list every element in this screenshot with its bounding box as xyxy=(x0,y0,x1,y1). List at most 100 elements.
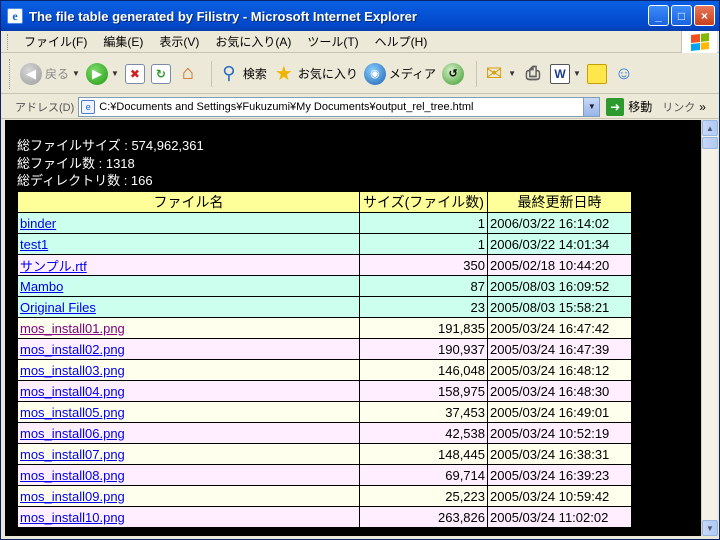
maximize-button[interactable]: □ xyxy=(671,5,692,26)
stop-button[interactable]: ✖ xyxy=(124,63,145,84)
file-link[interactable]: mos_install04.png xyxy=(20,384,125,399)
table-row: mos_install07.png 148,445 2005/03/24 16:38… xyxy=(17,443,632,465)
file-link[interactable]: mos_install07.png xyxy=(20,447,125,462)
word-edit-icon: W xyxy=(549,63,570,84)
size-cell: 146,048 xyxy=(359,359,488,381)
size-cell: 148,445 xyxy=(359,443,488,465)
total-dirs-text: 総ディレクトリ数 : 166 xyxy=(17,173,153,188)
menu-view[interactable]: 表示(V) xyxy=(151,33,207,50)
standard-toolbar: ◀ 戻る ▼ ▶ ▼ ✖ ↻ ⌂ ⚲ 検索 ★ お気に入り ◉ メディア ↺ ✉… xyxy=(1,54,719,94)
date-cell: 2005/03/24 10:59:42 xyxy=(487,485,632,507)
mail-dropdown-icon[interactable]: ▼ xyxy=(508,69,516,78)
mail-button[interactable]: ✉ ▼ xyxy=(483,63,516,85)
search-button[interactable]: ⚲ 検索 xyxy=(218,63,267,85)
table-row: test1 1 2006/03/22 14:01:34 xyxy=(17,233,632,255)
address-dropdown-icon[interactable]: ▼ xyxy=(583,97,600,116)
file-link[interactable]: mos_install08.png xyxy=(20,468,125,483)
ie-page-icon: e xyxy=(7,8,23,24)
refresh-button[interactable]: ↻ xyxy=(150,63,171,84)
chevron-right-icon[interactable]: » xyxy=(699,100,706,114)
date-cell: 2005/03/24 16:38:31 xyxy=(487,443,632,465)
menu-file[interactable]: ファイル(F) xyxy=(16,33,95,50)
menu-bar: ファイル(F) 編集(E) 表示(V) お気に入り(A) ツール(T) ヘルプ(… xyxy=(1,31,719,53)
close-button[interactable]: × xyxy=(694,5,715,26)
date-cell: 2005/03/24 10:52:19 xyxy=(487,422,632,444)
file-link[interactable]: mos_install05.png xyxy=(20,405,125,420)
table-row: mos_install04.png 158,975 2005/03/24 16:48… xyxy=(17,380,632,402)
table-row: Mambo 87 2005/08/03 16:09:52 xyxy=(17,275,632,297)
discuss-button[interactable] xyxy=(586,63,607,84)
print-button[interactable]: ⎙ xyxy=(522,63,544,85)
forward-arrow-icon: ▶ xyxy=(85,62,108,85)
edit-button[interactable]: W ▼ xyxy=(549,63,581,84)
history-button[interactable]: ↺ xyxy=(442,62,465,85)
home-button[interactable]: ⌂ xyxy=(177,62,199,85)
directory-link[interactable]: Mambo xyxy=(20,279,63,294)
address-input[interactable]: e C:¥Documents and Settings¥Fukuzumi¥My … xyxy=(78,96,601,117)
file-name-cell: Original Files xyxy=(17,296,360,318)
total-size-text: 総ファイルサイズ : 574,962,361 xyxy=(17,138,204,153)
table-row: Original Files 23 2005/08/03 15:58:21 xyxy=(17,296,632,318)
menu-help[interactable]: ヘルプ(H) xyxy=(367,33,436,50)
file-name-cell: mos_install02.png xyxy=(17,338,360,360)
file-link[interactable]: mos_install10.png xyxy=(20,510,125,525)
go-button[interactable]: ➜ 移動 xyxy=(606,97,652,116)
vertical-scrollbar[interactable]: ▲ ▼ xyxy=(701,120,718,536)
table-row: mos_install08.png 69,714 2005/03/24 16:39:… xyxy=(17,464,632,486)
table-row: mos_install05.png 37,453 2005/03/24 16:49:… xyxy=(17,401,632,423)
table-row: mos_install01.png 191,835 2005/03/24 16:47… xyxy=(17,317,632,339)
file-link[interactable]: サンプル.rtf xyxy=(20,259,87,274)
file-link[interactable]: mos_install02.png xyxy=(20,342,125,357)
toolbar-separator xyxy=(210,60,212,87)
file-name-cell: Mambo xyxy=(17,275,360,297)
size-cell: 37,453 xyxy=(359,401,488,423)
back-button[interactable]: ◀ 戻る ▼ xyxy=(20,62,80,85)
media-button[interactable]: ◉ メディア xyxy=(363,62,436,85)
size-cell: 25,223 xyxy=(359,485,488,507)
total-files-text: 総ファイル数 : 1318 xyxy=(17,155,135,171)
summary-block: 総ファイルサイズ : 574,962,361 総ファイル数 : 1318 総ディ… xyxy=(17,137,204,190)
table-row: binder 1 2006/03/22 16:14:02 xyxy=(17,212,632,234)
minimize-button[interactable]: _ xyxy=(648,5,669,26)
file-name-cell: mos_install04.png xyxy=(17,380,360,402)
header-size: サイズ(ファイル数) xyxy=(359,191,488,213)
toolbar-separator xyxy=(476,60,478,87)
size-cell: 1 xyxy=(359,233,488,255)
forward-dropdown-icon[interactable]: ▼ xyxy=(111,69,119,78)
forward-button[interactable]: ▶ ▼ xyxy=(85,62,119,85)
file-link[interactable]: mos_install06.png xyxy=(20,426,125,441)
scroll-thumb[interactable] xyxy=(702,137,718,149)
scroll-down-icon[interactable]: ▼ xyxy=(702,520,718,536)
links-toolbar[interactable]: リンク» xyxy=(662,99,706,115)
date-cell: 2006/03/22 16:14:02 xyxy=(487,212,632,234)
file-link[interactable]: mos_install01.png xyxy=(20,321,125,336)
menu-edit[interactable]: 編集(E) xyxy=(95,33,151,50)
directory-link[interactable]: test1 xyxy=(20,237,48,252)
directory-link[interactable]: binder xyxy=(20,216,56,231)
file-name-cell: サンプル.rtf xyxy=(17,254,360,276)
file-link[interactable]: mos_install09.png xyxy=(20,489,125,504)
refresh-icon: ↻ xyxy=(150,63,171,84)
menu-favorites[interactable]: お気に入り(A) xyxy=(207,33,299,50)
favorites-button[interactable]: ★ お気に入り xyxy=(273,63,358,85)
messenger-button[interactable]: ☺ xyxy=(613,63,635,85)
file-link[interactable]: mos_install03.png xyxy=(20,363,125,378)
toolbar-grip xyxy=(9,58,12,89)
scroll-up-icon[interactable]: ▲ xyxy=(702,120,718,136)
menu-tools[interactable]: ツール(T) xyxy=(299,33,366,50)
date-cell: 2005/03/24 16:48:30 xyxy=(487,380,632,402)
header-filename: ファイル名 xyxy=(17,191,360,213)
mail-icon: ✉ xyxy=(485,63,503,85)
directory-link[interactable]: Original Files xyxy=(20,300,96,315)
favorites-label: お気に入り xyxy=(297,67,358,81)
table-header-row: ファイル名 サイズ(ファイル数) 最終更新日時 xyxy=(17,191,632,213)
messenger-icon: ☺ xyxy=(614,63,634,83)
date-cell: 2005/03/24 16:39:23 xyxy=(487,464,632,486)
edit-dropdown-icon[interactable]: ▼ xyxy=(573,69,581,78)
date-cell: 2005/03/24 16:47:42 xyxy=(487,317,632,339)
browser-window: e The file table generated by Filistry -… xyxy=(0,0,720,540)
size-cell: 1 xyxy=(359,212,488,234)
back-dropdown-icon[interactable]: ▼ xyxy=(72,69,80,78)
history-icon: ↺ xyxy=(442,62,465,85)
address-url[interactable]: C:¥Documents and Settings¥Fukuzumi¥My Do… xyxy=(99,101,473,113)
